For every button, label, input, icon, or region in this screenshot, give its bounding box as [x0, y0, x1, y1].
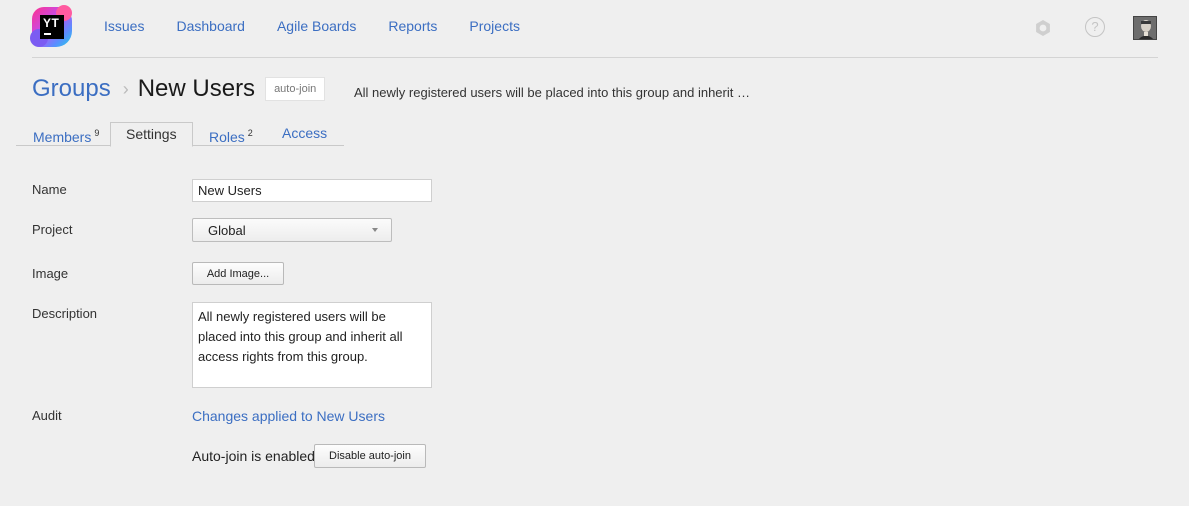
- tab-settings-label: Settings: [126, 126, 177, 142]
- tab-members[interactable]: Members 9: [33, 122, 99, 146]
- tab-roles-label: Roles: [209, 129, 245, 145]
- chevron-down-icon: [372, 228, 378, 232]
- image-label: Image: [32, 266, 69, 281]
- tab-settings[interactable]: Settings: [110, 122, 193, 147]
- tab-access-label: Access: [282, 125, 328, 141]
- tab-roles[interactable]: Roles 2: [209, 122, 253, 146]
- disable-auto-join-button[interactable]: Disable auto-join: [314, 444, 426, 468]
- nav-projects[interactable]: Projects: [469, 17, 520, 37]
- auto-join-status: Auto-join is enabled: [192, 448, 315, 464]
- nav-dashboard[interactable]: Dashboard: [176, 17, 245, 37]
- breadcrumb-groups-link[interactable]: Groups: [32, 75, 111, 103]
- project-label: Project: [32, 222, 73, 237]
- audit-changes-link[interactable]: Changes applied to New Users: [192, 408, 385, 424]
- group-description-summary: All newly registered users will be place…: [354, 85, 750, 100]
- breadcrumb-separator: ›: [122, 78, 129, 99]
- description-textarea[interactable]: All newly registered users will be place…: [192, 302, 432, 388]
- top-navigation-bar: YT Issues Dashboard Agile Boards Reports…: [0, 0, 1189, 58]
- audit-label: Audit: [32, 408, 62, 423]
- logo-mark: YT: [40, 15, 64, 39]
- help-icon[interactable]: ?: [1085, 17, 1105, 37]
- nav-issues[interactable]: Issues: [104, 17, 144, 37]
- project-select[interactable]: Global: [192, 218, 392, 242]
- tab-members-count: 9: [94, 128, 100, 138]
- header-divider: [32, 57, 1158, 58]
- tab-access[interactable]: Access: [282, 122, 327, 146]
- project-select-value: Global: [208, 223, 246, 238]
- avatar[interactable]: [1133, 16, 1157, 40]
- auto-join-badge: auto-join: [265, 77, 326, 101]
- logo-text: YT: [43, 16, 60, 30]
- tab-bar: Members 9 Settings Roles 2 Access: [16, 122, 344, 147]
- add-image-button[interactable]: Add Image...: [192, 262, 284, 285]
- breadcrumb: Groups › New Users auto-join: [32, 74, 326, 104]
- description-label: Description: [32, 306, 98, 321]
- main-nav: Issues Dashboard Agile Boards Reports Pr…: [104, 17, 552, 37]
- name-label: Name: [32, 182, 67, 197]
- tab-members-label: Members: [33, 129, 92, 145]
- youtrack-logo[interactable]: YT: [30, 5, 72, 47]
- page-title: New Users: [137, 75, 256, 102]
- name-field[interactable]: [192, 179, 432, 202]
- gear-icon[interactable]: [1033, 18, 1053, 38]
- nav-agile-boards[interactable]: Agile Boards: [277, 17, 356, 37]
- nav-reports[interactable]: Reports: [388, 17, 437, 37]
- tab-roles-count: 2: [247, 128, 253, 138]
- logo-underscore: [44, 33, 51, 35]
